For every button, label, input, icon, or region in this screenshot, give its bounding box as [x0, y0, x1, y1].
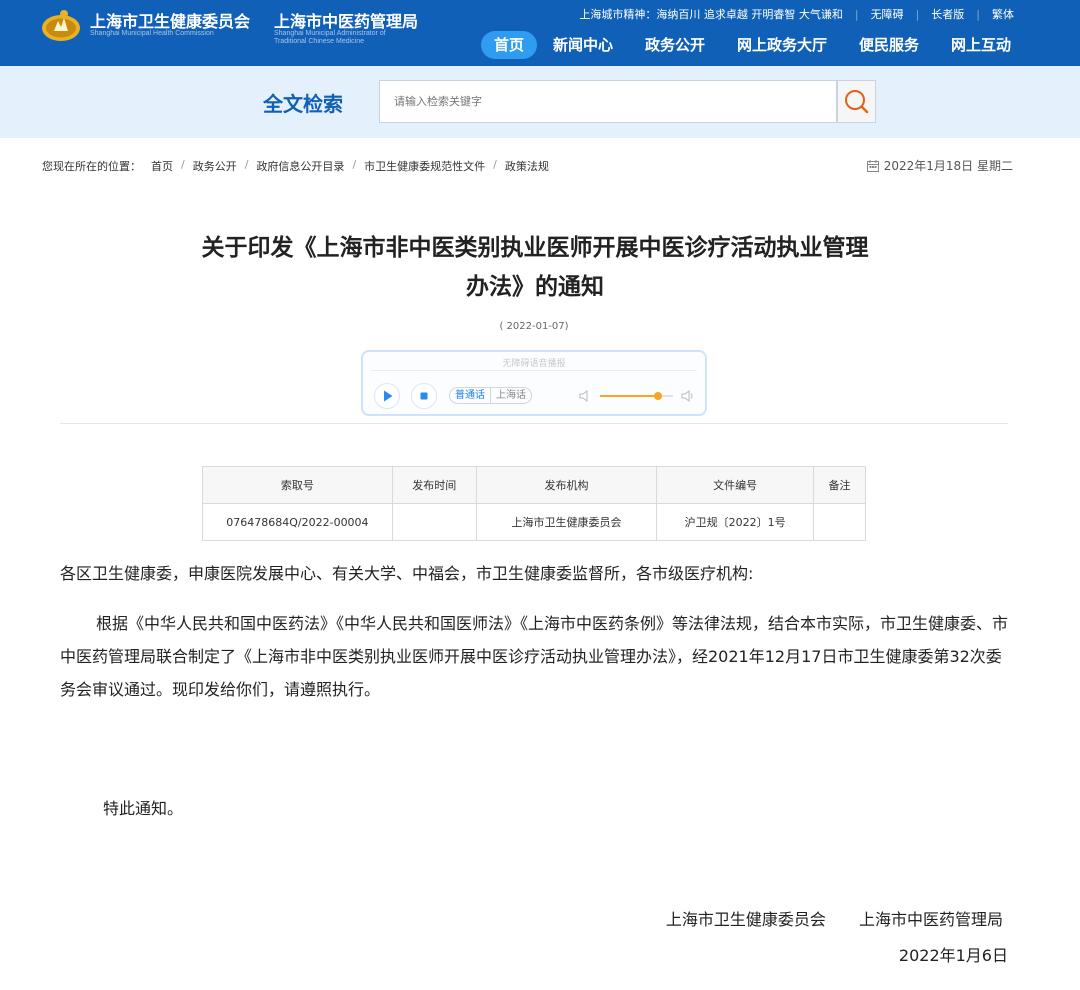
divider — [371, 370, 697, 371]
publish-date: ( 2022-01-07) — [499, 321, 569, 332]
divider: | — [915, 7, 920, 21]
calendar-icon — [866, 159, 879, 172]
table-row: 076478684Q/2022-00004 上海市卫生健康委员会 沪卫规〔202… — [202, 503, 866, 541]
article-title: 关于印发《上海市非中医类别执业医师开展中医诊疗活动执业管理 办法》的通知 — [130, 229, 940, 307]
org-name-health-commission[interactable]: 上海市卫生健康委员会 — [90, 8, 250, 32]
health-commission-logo[interactable] — [40, 6, 82, 42]
nav-online-interaction[interactable]: 网上互动 — [951, 31, 1011, 59]
volume-slider-fill — [600, 395, 658, 397]
addressees-paragraph: 各区卫生健康委，申康医院发展中心、有关大学、中福会，市卫生健康委监督所，各市级医… — [60, 564, 754, 583]
breadcrumb-separator: / — [493, 158, 497, 171]
audio-player-title: 无障碍语音播报 — [502, 359, 566, 369]
breadcrumb-item-government-affairs[interactable]: 政务公开 — [193, 158, 237, 174]
current-date-text: 2022年1月18日 星期二 — [883, 159, 1013, 173]
breadcrumb-item-home[interactable]: 首页 — [151, 158, 173, 174]
breadcrumb-item-normative-documents[interactable]: 市卫生健康委规范性文件 — [364, 158, 485, 174]
elder-version-link[interactable]: 长者版 — [931, 6, 964, 22]
breadcrumb-separator: / — [181, 158, 185, 171]
document-info-table: 索取号 发布时间 发布机构 文件编号 备注 076478684Q/2022-00… — [202, 466, 866, 541]
org-name-tcm-bureau-en-1: Shanghai Municipal Administrator of — [274, 30, 386, 37]
top-utility-bar: 上海城市精神：海纳百川 追求卓越 开明睿智 大气谦和 | 无障碍 | 长者版 |… — [579, 6, 1014, 22]
article-title-line1: 关于印发《上海市非中医类别执业医师开展中医诊疗活动执业管理 — [201, 235, 869, 261]
header-publisher: 发布机构 — [475, 466, 658, 504]
nav-news-center[interactable]: 新闻中心 — [553, 31, 613, 59]
table-header-row: 索取号 发布时间 发布机构 文件编号 备注 — [202, 466, 866, 504]
traditional-chinese-link[interactable]: 繁体 — [992, 6, 1014, 22]
search-button[interactable] — [837, 80, 876, 123]
divider — [60, 423, 1008, 424]
org-name-tcm-bureau[interactable]: 上海市中医药管理局 — [274, 8, 418, 32]
dialect-option-mandarin[interactable]: 普通话 — [450, 388, 491, 403]
stop-button[interactable] — [411, 383, 437, 409]
nav-government-affairs[interactable]: 政务公开 — [645, 31, 705, 59]
volume-slider-handle[interactable] — [654, 392, 662, 400]
nav-convenience-services[interactable]: 便民服务 — [859, 31, 919, 59]
nav-home[interactable]: 首页 — [481, 31, 538, 59]
play-button[interactable] — [374, 383, 400, 409]
org-name-health-commission-en: Shanghai Municipal Health Commission — [90, 30, 214, 37]
org-name-tcm-bureau-en-2: Traditional Chinese Medicine — [274, 38, 365, 45]
stop-icon — [420, 392, 428, 400]
breadcrumb-separator: / — [244, 158, 249, 171]
header-index-number: 索取号 — [202, 466, 393, 504]
breadcrumb-item-policies[interactable]: 政策法规 — [505, 158, 549, 174]
cell-remarks — [813, 503, 866, 541]
signature-block: 上海市卫生健康委员会 上海市中医药管理局 — [666, 906, 1003, 930]
breadcrumb-item-info-catalog[interactable]: 政府信息公开目录 — [256, 158, 344, 174]
search-icon — [845, 90, 869, 114]
volume-high-icon[interactable] — [681, 389, 695, 403]
divider: | — [854, 7, 859, 21]
cell-publisher: 上海市卫生健康委员会 — [475, 503, 658, 541]
dialect-option-shanghainese[interactable]: 上海话 — [491, 388, 531, 403]
play-icon — [384, 390, 393, 402]
search-label: 全文检索 — [263, 92, 343, 116]
header-remarks: 备注 — [813, 466, 866, 504]
search-bar: 全文检索 — [0, 66, 1080, 138]
article-title-line2: 办法》的通知 — [466, 274, 604, 300]
dialect-selector: 普通话 上海话 — [449, 387, 532, 404]
nav-online-service-hall[interactable]: 网上政务大厅 — [737, 31, 827, 59]
accessibility-link[interactable]: 无障碍 — [871, 6, 904, 22]
header-publish-time: 发布时间 — [391, 466, 477, 504]
cell-publish-time — [391, 503, 477, 541]
audio-player: 无障碍语音播报 普通话 上海话 — [361, 350, 707, 416]
signature-date: 2022年1月6日 — [898, 946, 1008, 965]
cell-document-number: 沪卫规〔2022〕1号 — [656, 503, 815, 541]
volume-low-icon[interactable] — [579, 389, 591, 403]
signer-tcm-bureau: 上海市中医药管理局 — [858, 910, 1003, 929]
closing-notice: 特此通知。 — [103, 799, 184, 818]
cell-index-number: 076478684Q/2022-00004 — [202, 503, 393, 541]
breadcrumb-prefix: 您现在所在的位置： — [42, 160, 141, 173]
header-document-number: 文件编号 — [656, 466, 815, 504]
city-spirit-text: 上海城市精神：海纳百川 追求卓越 开明睿智 大气谦和 — [579, 8, 843, 21]
site-header: 上海市卫生健康委员会 Shanghai Municipal Health Com… — [0, 0, 1080, 66]
breadcrumb: 您现在所在的位置： 首页 / 政务公开 / 政府信息公开目录 / 市卫生健康委规… — [42, 158, 549, 174]
signer-health-commission: 上海市卫生健康委员会 — [665, 910, 826, 929]
breadcrumb-separator: / — [352, 158, 357, 171]
search-input[interactable] — [379, 80, 837, 123]
current-date: 2022年1月18日 星期二 — [866, 157, 1013, 174]
main-paragraph: 根据《中华人民共和国中医药法》《中华人民共和国医师法》《上海市中医药条例》等法律… — [60, 614, 1009, 699]
divider: | — [976, 7, 980, 21]
volume-slider[interactable] — [600, 392, 673, 400]
